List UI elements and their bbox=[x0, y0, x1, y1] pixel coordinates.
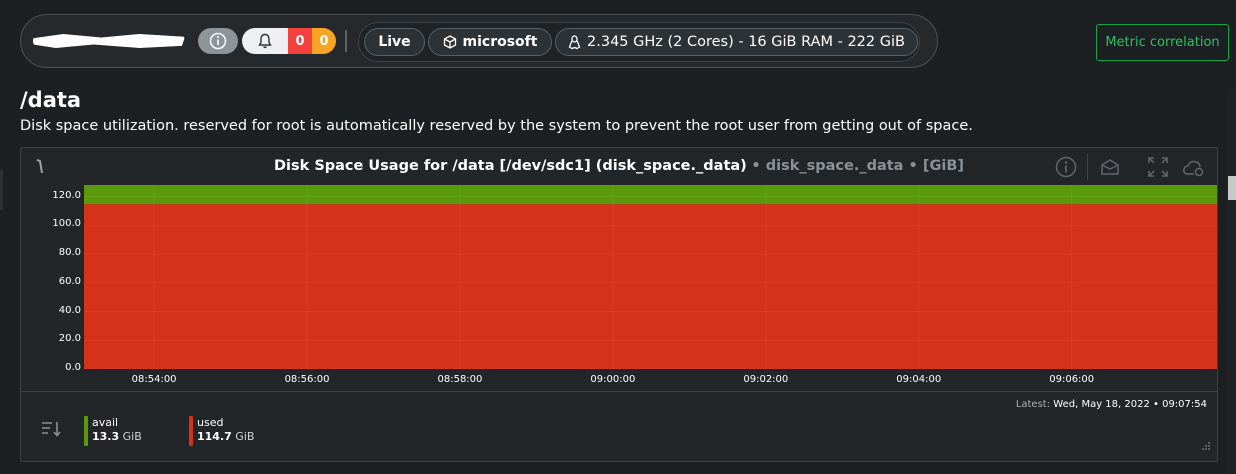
chart-svg bbox=[84, 185, 1217, 369]
divider bbox=[345, 30, 347, 52]
legend-divider bbox=[21, 391, 1217, 392]
legend-unit: GiB bbox=[122, 430, 142, 443]
cube-icon bbox=[443, 35, 456, 49]
left-panel-edge bbox=[0, 170, 3, 210]
x-tick-label: 08:58:00 bbox=[437, 374, 483, 385]
plot-area[interactable] bbox=[84, 185, 1217, 369]
section-description: Disk space utilization. reserved for roo… bbox=[20, 118, 973, 134]
x-tick-label: 08:56:00 bbox=[284, 374, 330, 385]
node-info-button[interactable] bbox=[198, 28, 238, 54]
chart-settings-button[interactable] bbox=[1181, 154, 1207, 180]
legend-name: avail bbox=[92, 416, 119, 429]
y-tick-label: 40.0 bbox=[58, 304, 81, 316]
y-tick-label: 60.0 bbox=[58, 275, 81, 287]
space-button[interactable]: microsoft bbox=[428, 28, 552, 56]
legend-value: 13.3 bbox=[92, 430, 120, 443]
node-info-pill: Live microsoft 2.345 GHz (2 Cores) - 16 … bbox=[358, 22, 920, 62]
y-tick-label: 80.0 bbox=[58, 247, 81, 258]
sort-icon bbox=[42, 422, 61, 437]
warning-alarm-count: 0 bbox=[312, 28, 336, 54]
chart-header: Disk Space Usage for /data [/dev/sdc1] (… bbox=[21, 148, 1217, 186]
chart-info-button[interactable] bbox=[1053, 154, 1079, 180]
critical-alarm-count: 0 bbox=[288, 28, 312, 54]
x-tick-label: 09:06:00 bbox=[1049, 374, 1095, 385]
hardware-info-button[interactable]: 2.345 GHz (2 Cores) - 16 GiB RAM - 222 G… bbox=[555, 28, 918, 56]
legend-unit: GiB bbox=[235, 430, 255, 443]
alarms-badge[interactable]: 0 0 bbox=[242, 28, 336, 54]
legend-item-used[interactable]: used 114.7 GiB bbox=[189, 416, 255, 446]
node-status-bar: 0 0 Live microsoft 2.345 GHz (2 Cores) -… bbox=[20, 14, 938, 68]
chart-dimensions-button[interactable] bbox=[1097, 154, 1123, 180]
x-tick-label: 09:00:00 bbox=[590, 374, 636, 385]
resize-grip-icon bbox=[1202, 442, 1210, 450]
x-tick-label: 09:04:00 bbox=[896, 374, 942, 385]
y-tick-label: 0.0 bbox=[65, 362, 81, 373]
legend-value: 114.7 bbox=[197, 430, 232, 443]
info-icon bbox=[209, 32, 227, 50]
latest-timestamp: Latest: Wed, May 18, 2022 • 09:07:54 bbox=[1016, 399, 1207, 410]
header-divider bbox=[1087, 154, 1088, 180]
alarm-bell bbox=[242, 28, 288, 54]
expand-icon bbox=[1148, 157, 1168, 177]
hardware-label: 2.345 GHz (2 Cores) - 16 GiB RAM - 222 G… bbox=[587, 34, 905, 50]
legend-name: used bbox=[197, 416, 224, 429]
scrollbar-track[interactable] bbox=[1227, 90, 1236, 474]
latest-label: Latest: bbox=[1015, 399, 1051, 410]
y-tick-label: 100.0 bbox=[52, 218, 81, 230]
legend-item-avail[interactable]: avail 13.3 GiB bbox=[84, 416, 142, 446]
live-label: Live bbox=[378, 34, 411, 50]
legend-swatch bbox=[189, 416, 193, 446]
section-title: /data bbox=[20, 88, 82, 112]
redacted-hostname bbox=[33, 34, 185, 48]
layers-icon bbox=[1101, 159, 1119, 175]
y-tick-label: 20.0 bbox=[58, 333, 81, 345]
fullscreen-button[interactable] bbox=[1145, 154, 1171, 180]
chart-card: Disk Space Usage for /data [/dev/sdc1] (… bbox=[20, 147, 1218, 462]
scrollbar-thumb[interactable] bbox=[1228, 176, 1236, 200]
legend-swatch bbox=[84, 416, 88, 446]
linux-icon bbox=[568, 34, 581, 49]
info-icon bbox=[1055, 156, 1077, 178]
legend-sort-button[interactable] bbox=[41, 420, 63, 442]
series-area-avail bbox=[84, 185, 1217, 205]
y-tick-label: 120.0 bbox=[52, 189, 81, 201]
chart-context: • disk_space._data • [GiB] bbox=[751, 158, 964, 174]
chart-title: Disk Space Usage for /data [/dev/sdc1] (… bbox=[21, 158, 1217, 174]
series-area-used bbox=[84, 204, 1217, 369]
latest-value: Wed, May 18, 2022 • 09:07:54 bbox=[1053, 399, 1207, 410]
chart-title-main: Disk Space Usage for /data [/dev/sdc1] (… bbox=[273, 158, 747, 174]
bell-icon bbox=[258, 33, 272, 49]
space-label: microsoft bbox=[462, 34, 538, 50]
metric-correlation-button[interactable]: Metric correlation bbox=[1096, 24, 1229, 61]
x-tick-label: 09:02:00 bbox=[743, 374, 789, 385]
live-button[interactable]: Live bbox=[364, 28, 425, 56]
resize-handle[interactable] bbox=[1201, 436, 1211, 455]
x-tick-label: 08:54:00 bbox=[131, 374, 177, 385]
cloud-gear-icon bbox=[1183, 160, 1204, 177]
